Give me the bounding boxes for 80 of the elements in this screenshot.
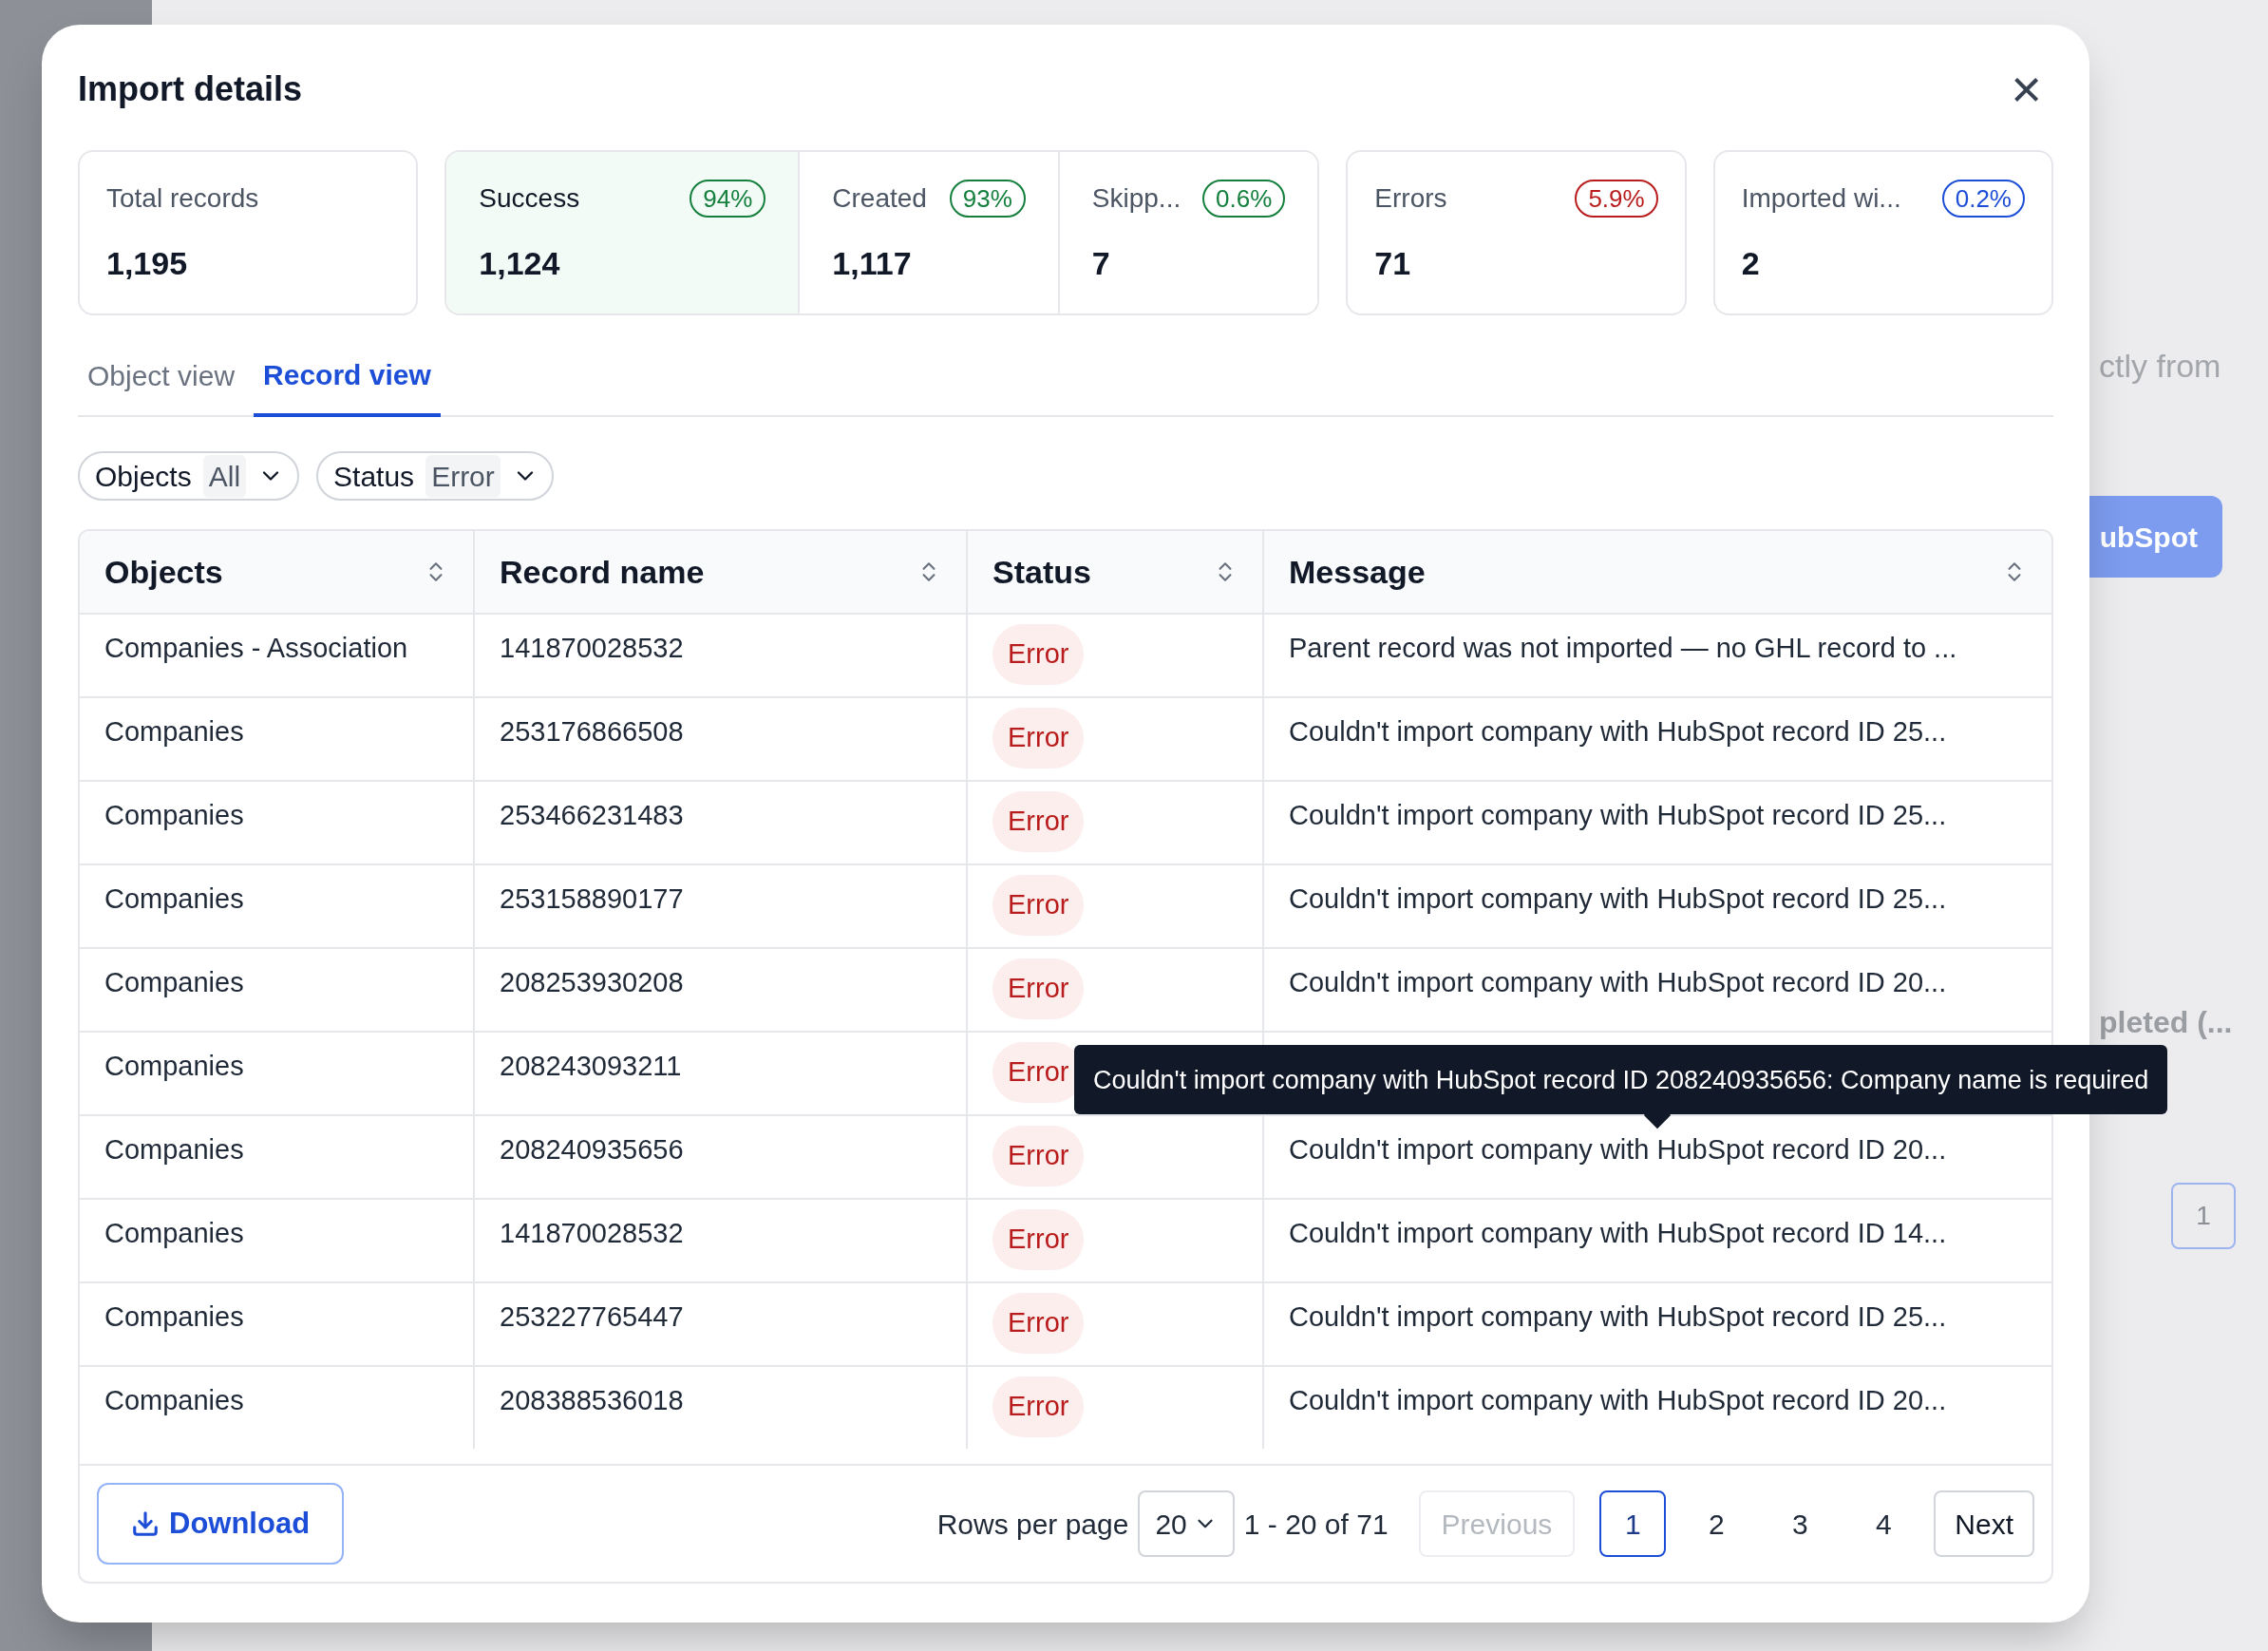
background-text: ctly from (2099, 347, 2221, 386)
status-badge: Error (992, 875, 1085, 936)
page-button[interactable]: 4 (1850, 1490, 1918, 1557)
dialog-title: Import details (78, 68, 303, 110)
filter-value: Error (425, 454, 501, 498)
status-badge: Error (992, 1126, 1085, 1186)
column-header[interactable]: Message (1264, 531, 2051, 613)
table-cell: Companies (104, 1385, 244, 1415)
stat-value: 1,195 (106, 244, 189, 283)
filter-value: All (202, 454, 247, 498)
status-badge: Error (992, 624, 1085, 685)
stat-value: 71 (1374, 244, 1412, 283)
background-text: pleted (... (2099, 1004, 2233, 1041)
stat-value: 2 (1741, 244, 1761, 283)
page-button[interactable]: 3 (1767, 1490, 1834, 1557)
rows-per-page-label: Rows per page (936, 1507, 1129, 1542)
percent-badge: 5.9% (1575, 180, 1658, 218)
page-button[interactable]: 2 (1683, 1490, 1750, 1557)
download-icon (131, 1509, 160, 1538)
table-cell: Couldn't import company with HubSpot record ID 20... (1289, 1134, 1947, 1165)
table-cell: Couldn't import company with HubSpot record ID 25... (1289, 883, 1947, 914)
page-button[interactable]: 1 (1599, 1490, 1667, 1557)
table-cell: Companies (104, 1301, 244, 1332)
status-badge: Error (992, 1209, 1085, 1270)
stat-value: 7 (1091, 244, 1111, 283)
table-cell: Companies (104, 1218, 244, 1248)
download-button[interactable]: Download (97, 1483, 345, 1565)
column-header[interactable]: Status (968, 531, 1264, 613)
table-cell: Couldn't import company with HubSpot record ID 14... (1289, 1218, 1947, 1248)
percent-badge: 0.2% (1941, 180, 2025, 218)
table-cell: Companies (104, 716, 244, 747)
tooltip: Couldn't import company with HubSpot record ID 208240935656: Company name is required (1074, 1045, 2168, 1114)
table-cell: Couldn't import company with HubSpot record ID 25... (1289, 1301, 1947, 1332)
table-cell: 141870028532 (500, 633, 684, 663)
table-cell: 208243093211 (500, 1051, 682, 1081)
stat-label: Success (479, 182, 580, 215)
view-tab[interactable]: Object view (78, 353, 245, 415)
status-badge: Error (992, 708, 1085, 769)
stat-label: Imported wi... (1741, 182, 1901, 215)
table-cell: 253466231483 (500, 800, 684, 830)
filter-dropdown[interactable]: Status Error (316, 451, 554, 501)
stat-label: Skipp... (1091, 182, 1181, 215)
close-button[interactable]: × (2011, 63, 2053, 116)
next-button[interactable]: Next (1934, 1490, 2034, 1557)
view-tab[interactable]: Record view (254, 353, 441, 417)
stat-label: Total records (106, 182, 259, 215)
filter-dropdown[interactable]: Objects All (78, 451, 300, 501)
table-cell: Companies (104, 883, 244, 914)
table-cell: Companies (104, 967, 244, 997)
column-header[interactable]: Objects (80, 531, 475, 613)
rows-per-page-select[interactable]: 20 (1138, 1490, 1235, 1557)
column-header[interactable]: Record name (475, 531, 968, 613)
table-cell: Couldn't import company with HubSpot record ID 25... (1289, 800, 1947, 830)
table-cell: Companies (104, 1051, 244, 1081)
percent-badge: 94% (690, 180, 766, 218)
percent-badge: 0.6% (1202, 180, 1286, 218)
table-cell: Parent record was not imported — no GHL record to ... (1289, 633, 1957, 663)
stat-label: Created (832, 182, 927, 215)
table-cell: 208388536018 (500, 1385, 684, 1415)
status-badge: Error (992, 791, 1085, 852)
table-cell: Companies (104, 1134, 244, 1165)
status-badge: Error (992, 1376, 1085, 1437)
table-cell: Companies - Association (104, 633, 408, 663)
table-cell: 253158890177 (500, 883, 684, 914)
status-badge: Error (992, 958, 1085, 1019)
table-cell: Couldn't import company with HubSpot record ID 20... (1289, 1385, 1947, 1415)
table-cell: Couldn't import company with HubSpot record ID 25... (1289, 716, 1947, 747)
page-range: 1 - 20 of 71 (1243, 1507, 1389, 1542)
status-badge: Error (992, 1293, 1085, 1354)
percent-badge: 93% (949, 180, 1026, 218)
table-cell: 253176866508 (500, 716, 684, 747)
stat-value: 1,124 (479, 244, 561, 283)
table-cell: 208253930208 (500, 967, 684, 997)
stat-label: Errors (1374, 182, 1447, 215)
table-cell: 141870028532 (500, 1218, 684, 1248)
table-cell: Couldn't import company with HubSpot record ID 20... (1289, 967, 1947, 997)
table-cell: 208240935656 (500, 1134, 684, 1165)
table-cell: 253227765447 (500, 1301, 684, 1332)
table-cell: Companies (104, 800, 244, 830)
stat-value: 1,117 (832, 244, 913, 283)
